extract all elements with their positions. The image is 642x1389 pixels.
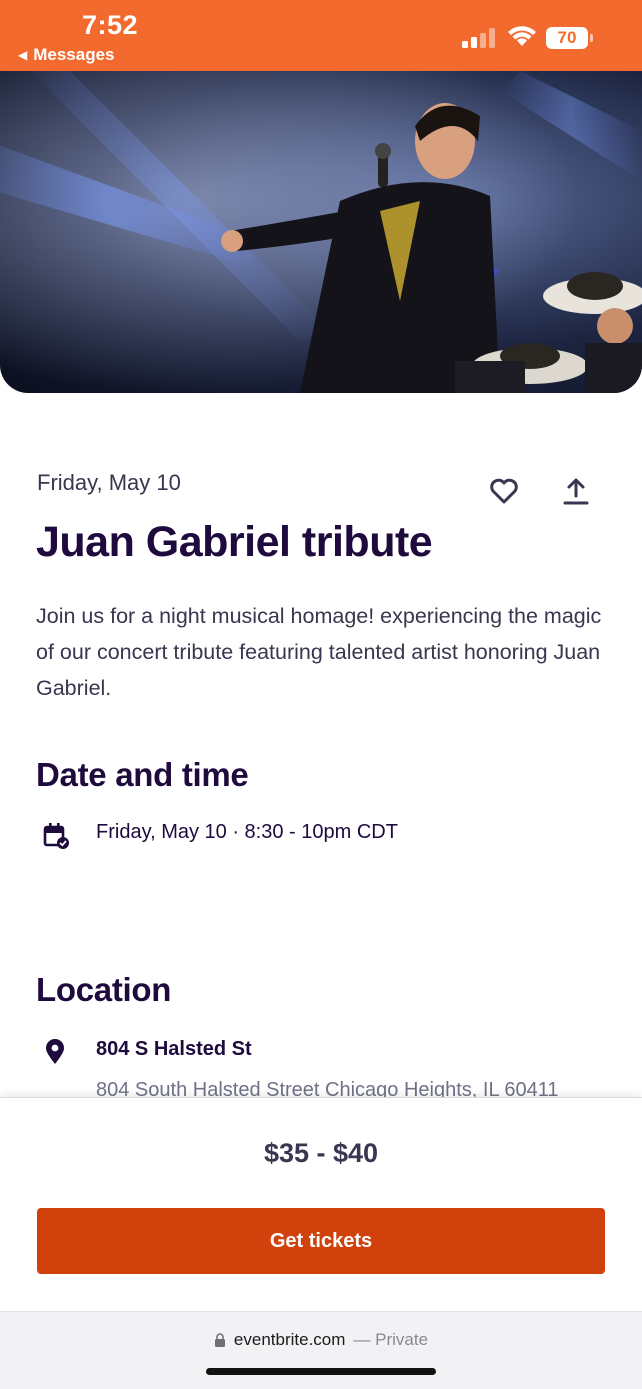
back-to-messages[interactable]: ◀ Messages — [18, 45, 115, 65]
private-mode-label: — Private — [353, 1330, 429, 1349]
share-icon[interactable] — [560, 476, 592, 508]
map-pin-icon — [46, 1039, 64, 1064]
browser-url-bar[interactable]: eventbrite.com — Private — [0, 1311, 642, 1389]
calendar-check-icon — [43, 823, 69, 849]
url-domain: eventbrite.com — [233, 1330, 346, 1349]
get-tickets-button[interactable]: Get tickets — [37, 1208, 605, 1274]
url-row: eventbrite.com — Private — [0, 1330, 642, 1350]
status-bar: 7:52 ◀ Messages 70 — [0, 0, 642, 71]
location-heading: Location — [36, 971, 172, 1008]
ticket-panel: $35 - $40 Get tickets — [0, 1097, 642, 1311]
event-page: 7:52 ◀ Messages 70 Friday, May 10 Juan G… — [0, 0, 642, 1389]
battery-tip — [590, 34, 593, 42]
ticket-price: $35 - $40 — [263, 1138, 379, 1168]
event-date: Friday, May 10 — [37, 470, 181, 495]
concert-photo-illustration — [0, 71, 642, 393]
event-summary: Join us for a night musical homage! expe… — [36, 604, 602, 700]
home-indicator[interactable] — [206, 1368, 436, 1375]
event-hero-image — [0, 71, 642, 393]
lock-icon — [214, 1333, 225, 1347]
status-time: 7:52 — [82, 10, 139, 40]
event-datetime: Friday, May 10 · 8:30 - 10pm CDT — [96, 821, 398, 843]
battery-indicator: 70 — [546, 27, 588, 49]
back-label: Messages — [33, 45, 115, 64]
cellular-signal-icon — [462, 28, 495, 48]
event-title: Juan Gabriel tribute — [36, 518, 433, 566]
venue-name[interactable]: 804 S Halsted St — [96, 1038, 252, 1061]
heart-icon[interactable] — [488, 476, 520, 506]
wifi-icon — [508, 26, 536, 46]
back-arrow-icon: ◀ — [18, 48, 28, 62]
date-time-heading: Date and time — [36, 756, 249, 793]
